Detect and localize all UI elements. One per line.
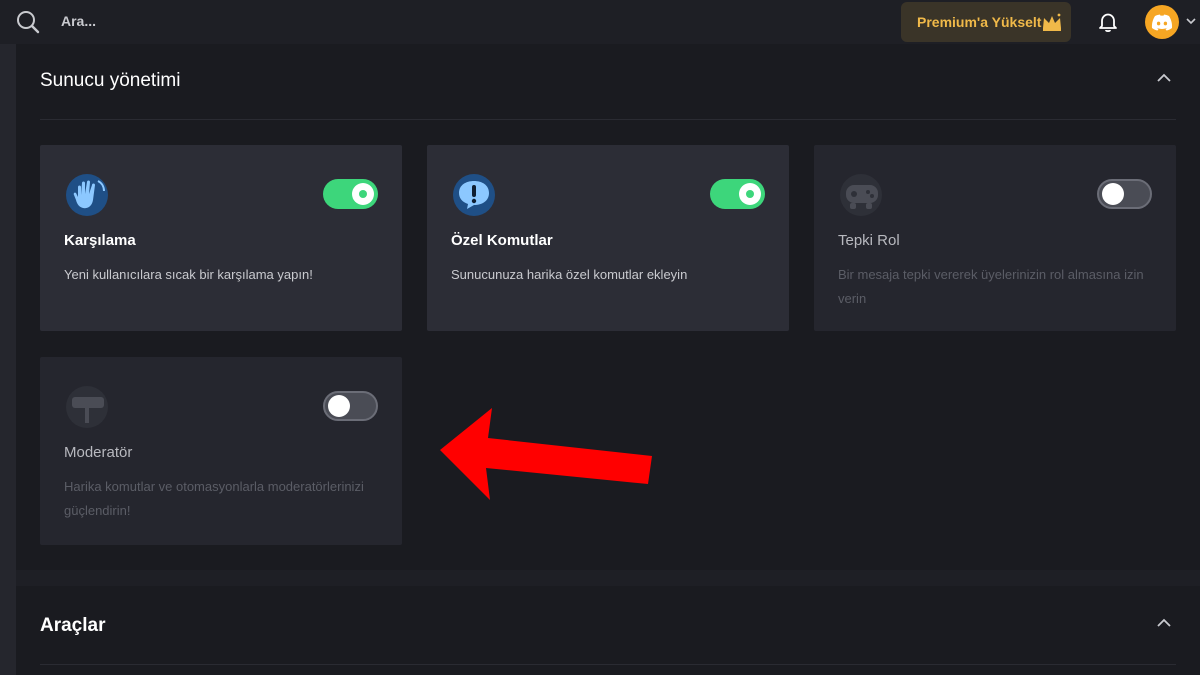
module-card-reaction-role[interactable]: Tepki Rol Bir mesaja tepki vererek üyele… (814, 145, 1176, 331)
module-card-welcome[interactable]: Karşılama Yeni kullanıcılara sıcak bir k… (40, 145, 402, 331)
welcome-toggle[interactable] (323, 179, 378, 209)
gamepad-icon (840, 174, 882, 216)
tools-panel (16, 586, 1200, 675)
top-bar: Ara... Premium'a Yükselt (0, 0, 1200, 44)
module-card-moderator[interactable]: Moderatör Harika komutlar ve otomasyonla… (40, 357, 402, 545)
discord-icon (1151, 14, 1173, 30)
search-icon[interactable] (16, 10, 40, 34)
card-title: Tepki Rol (838, 232, 900, 249)
wave-hand-icon (66, 174, 108, 216)
custom-commands-toggle[interactable] (710, 179, 765, 209)
collapse-chevron-icon[interactable] (1157, 73, 1171, 82)
red-arrow-annotation (440, 408, 652, 500)
card-description: Yeni kullanıcılara sıcak bir karşılama y… (64, 267, 313, 282)
toggle-knob (328, 395, 350, 417)
divider (40, 119, 1176, 120)
section-title-server-management: Sunucu yönetimi (40, 70, 181, 91)
toggle-knob (739, 183, 761, 205)
premium-label: Premium'a Yükselt (917, 14, 1042, 30)
collapse-chevron-icon[interactable] (1157, 618, 1171, 627)
card-title: Moderatör (64, 444, 133, 461)
toggle-knob (352, 183, 374, 205)
bell-icon[interactable] (1097, 11, 1119, 33)
card-description: Sunucunuza harika özel komutlar ekleyin (451, 267, 688, 282)
card-title: Karşılama (64, 232, 136, 249)
card-description: Bir mesaja tepki vererek üyelerinizin ro… (838, 267, 1144, 306)
left-rail (0, 44, 16, 675)
card-description: Harika komutlar ve otomasyonlarla modera… (64, 479, 364, 518)
crown-icon (1043, 13, 1061, 31)
exclamation-bubble-icon (453, 174, 495, 216)
moderator-toggle[interactable] (323, 391, 378, 421)
gavel-icon (66, 386, 108, 428)
section-title-tools: Araçlar (40, 615, 106, 636)
divider (40, 664, 1176, 665)
avatar[interactable] (1145, 5, 1179, 39)
reaction-role-toggle[interactable] (1097, 179, 1152, 209)
upgrade-premium-button[interactable]: Premium'a Yükselt (901, 2, 1071, 42)
search-input[interactable]: Ara... (61, 13, 96, 29)
module-card-custom-commands[interactable]: Özel Komutlar Sunucunuza harika özel kom… (427, 145, 789, 331)
card-title: Özel Komutlar (451, 232, 553, 249)
toggle-knob (1102, 183, 1124, 205)
chevron-down-icon[interactable] (1186, 17, 1196, 25)
